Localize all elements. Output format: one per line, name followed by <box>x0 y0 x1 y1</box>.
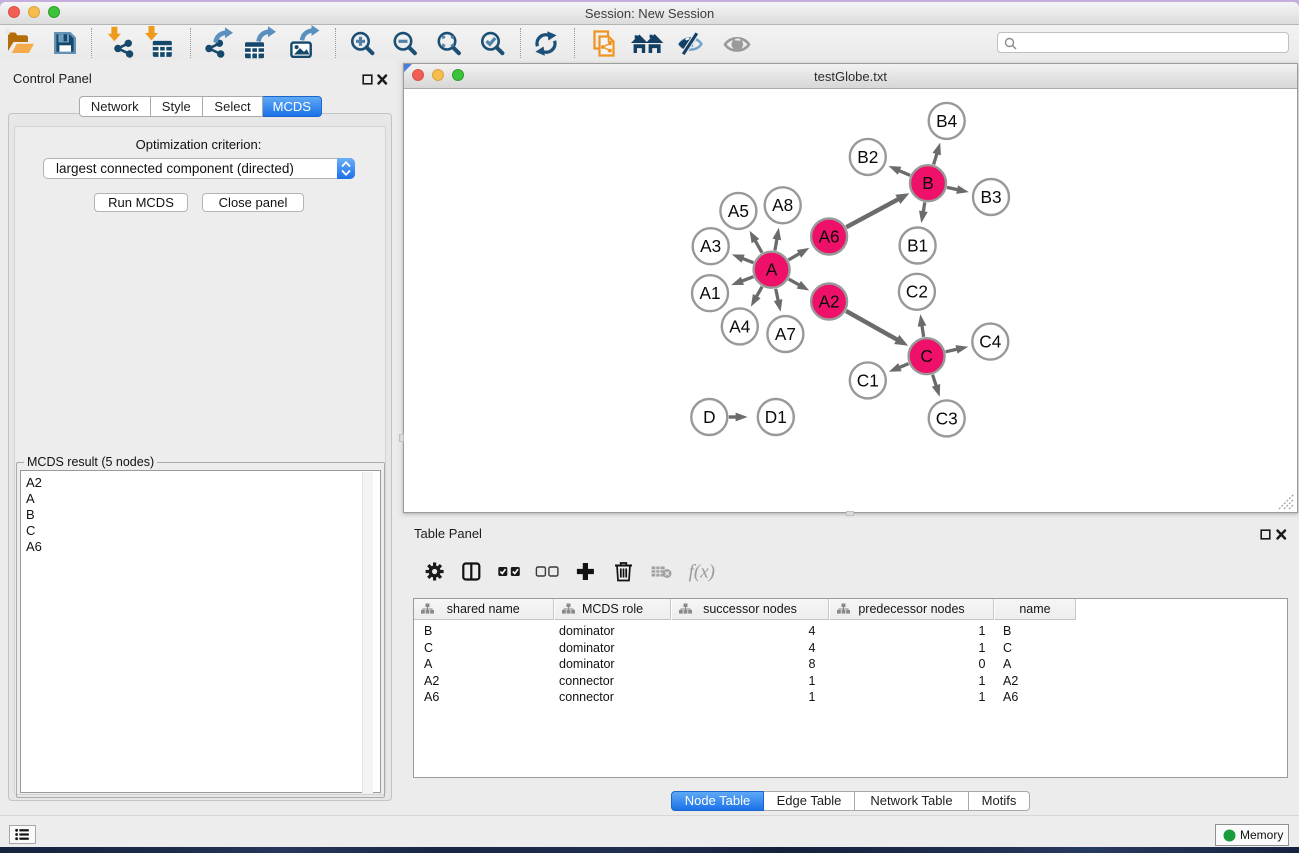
svg-text:B3: B3 <box>980 187 1001 207</box>
svg-text:D1: D1 <box>765 407 787 427</box>
svg-text:C3: C3 <box>936 408 958 428</box>
svg-text:A1: A1 <box>699 283 720 303</box>
svg-text:C: C <box>920 346 932 366</box>
svg-text:B: B <box>922 173 933 193</box>
svg-text:B1: B1 <box>907 235 928 255</box>
svg-text:A3: A3 <box>700 236 721 256</box>
svg-text:D: D <box>703 407 715 427</box>
svg-text:C4: C4 <box>979 332 1001 352</box>
svg-text:A8: A8 <box>772 195 793 215</box>
svg-text:f(x): f(x) <box>689 562 715 583</box>
svg-text:A4: A4 <box>729 316 750 336</box>
svg-text:B4: B4 <box>936 111 957 131</box>
svg-text:A2: A2 <box>819 291 840 311</box>
svg-text:B2: B2 <box>857 147 878 167</box>
svg-text:C1: C1 <box>857 370 879 390</box>
svg-text:C2: C2 <box>906 282 928 302</box>
svg-text:A6: A6 <box>819 226 840 246</box>
svg-text:A: A <box>766 260 778 280</box>
svg-text:A7: A7 <box>775 324 796 344</box>
svg-text:A5: A5 <box>728 201 749 221</box>
